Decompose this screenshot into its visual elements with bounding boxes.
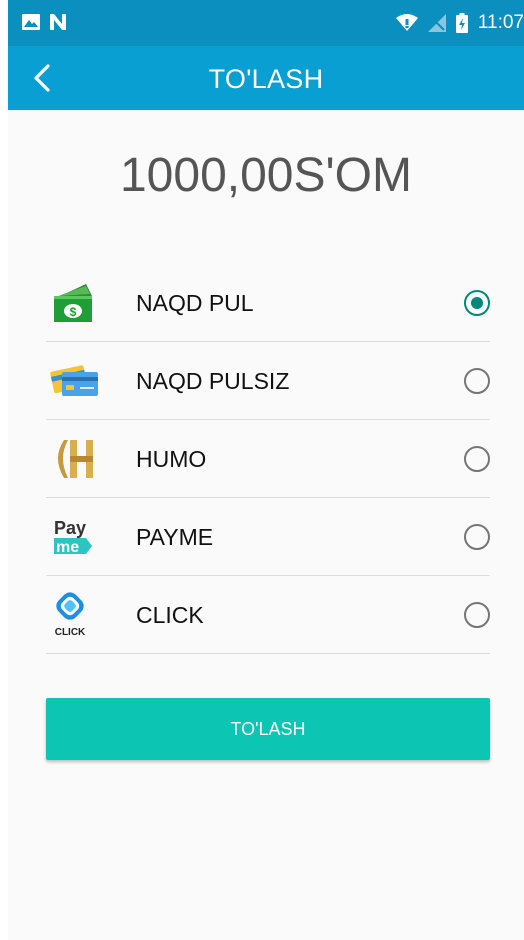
status-bar: 11:07 [8, 0, 524, 46]
cards-icon [50, 365, 98, 396]
battery-icon [455, 13, 468, 33]
method-label: NAQD PUL [136, 290, 254, 316]
method-row-humo[interactable]: HUMO [46, 420, 490, 498]
method-label: NAQD PULSIZ [136, 368, 290, 394]
radio-naqd-pulsiz[interactable] [464, 368, 490, 394]
method-label: PAYME [136, 524, 214, 550]
payment-methods-list: $ NAQD PUL NAQD PULSIZ HUMO Pay me PAYME… [46, 264, 490, 654]
page-title: TO'LASH [208, 64, 324, 94]
payme-logo-icon: Pay me [54, 518, 92, 556]
method-row-click[interactable]: CLICK CLICK [46, 576, 490, 654]
humo-logo-icon [58, 440, 93, 478]
method-label: CLICK [136, 602, 204, 628]
signal-icon [427, 14, 446, 32]
click-logo-icon: CLICK [55, 592, 86, 638]
radio-payme[interactable] [464, 524, 490, 550]
cash-icon: $ [54, 284, 92, 322]
method-row-naqd-pul[interactable]: $ NAQD PUL [46, 264, 490, 342]
app-bar: TO'LASH [8, 46, 524, 110]
payment-amount: 1000,00S'OM [119, 149, 412, 202]
payme-icon-text-me: me [56, 539, 79, 556]
method-row-naqd-pulsiz[interactable]: NAQD PULSIZ [46, 342, 490, 420]
click-icon-text: CLICK [55, 627, 86, 638]
screen: 11:07 TO'LASH 1000,00S'OM $ NAQD PUL NAQ… [8, 0, 524, 940]
image-icon [22, 14, 40, 30]
n-icon [50, 14, 66, 30]
method-row-payme[interactable]: Pay me PAYME [46, 498, 490, 576]
svg-text:$: $ [70, 305, 77, 319]
payme-icon-text-pay: Pay [54, 518, 86, 538]
wifi-icon [395, 14, 418, 31]
radio-humo[interactable] [464, 446, 490, 472]
radio-click[interactable] [464, 602, 490, 628]
method-label: HUMO [136, 446, 207, 472]
pay-button[interactable]: TO'LASH [46, 698, 490, 760]
radio-naqd-pul[interactable] [464, 290, 490, 316]
status-time: 11:07 [477, 12, 524, 33]
